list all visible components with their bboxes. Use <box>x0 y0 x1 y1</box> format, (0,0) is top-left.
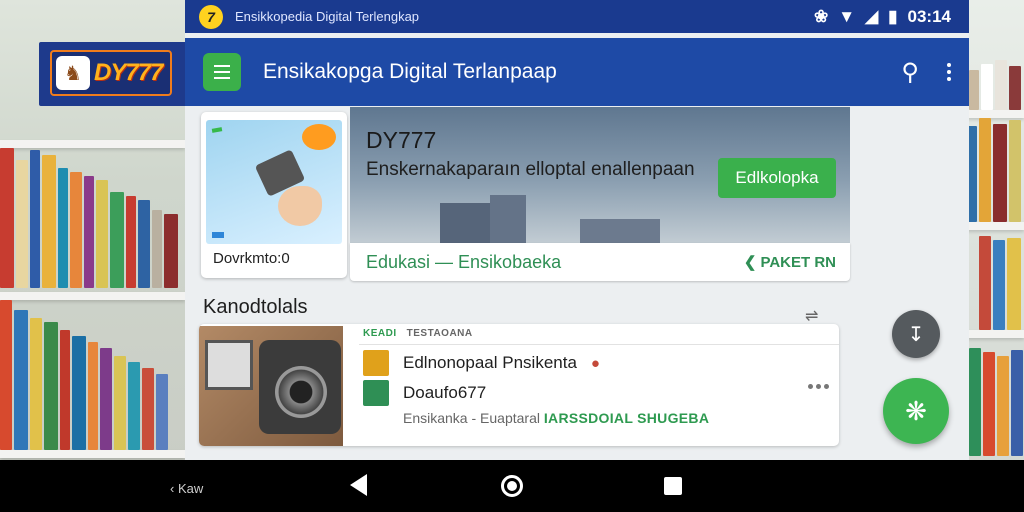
education-label: Edukasi — Ensikobaeka <box>366 251 562 272</box>
menu-icon[interactable] <box>203 53 241 91</box>
education-bar: Edukasi — Ensikobaeka ❮ PAKET RN <box>350 243 850 281</box>
phone-app-icon <box>363 380 389 406</box>
home-icon[interactable] <box>501 475 523 497</box>
book-icon <box>363 350 389 376</box>
featured-thumbnail-image <box>206 120 342 244</box>
package-link[interactable]: ❮ PAKET RN <box>743 253 836 272</box>
share-icon[interactable]: ⇌ <box>805 306 818 326</box>
battery-icon: ▮ <box>888 6 898 26</box>
more-vert-icon[interactable] <box>947 63 951 81</box>
featured-thumbnail-card[interactable]: Dovrkmto:0 <box>201 112 347 278</box>
chevron-left-icon: ❮ <box>743 254 757 271</box>
hero-cta-button[interactable]: Edlkolopka <box>718 158 836 198</box>
list-meta-right[interactable]: IARSSDOIAL SHUGEBA <box>544 410 709 426</box>
status-bar-title: Ensikkopedia Digital Terlengkap <box>235 9 420 24</box>
divider <box>359 344 839 345</box>
download-fab[interactable]: ↧ <box>892 310 940 358</box>
app-title: Ensikakopga Digital Terlanpaap <box>263 60 557 83</box>
category-row: KEADI TESTAOANA <box>363 328 473 339</box>
status-bar-icons: ❀ ▼ ◢ ▮ 03:14 <box>814 7 951 27</box>
recent-apps-icon[interactable] <box>664 477 682 495</box>
list-item[interactable]: Doaufo677 <box>363 380 486 406</box>
category-name: TESTAOANA <box>406 328 473 339</box>
status-bar: 7 Ensikkopedia Digital Terlengkap ❀ ▼ ◢ … <box>185 0 969 33</box>
hero-banner: DY777 Enskernakaparaın elloptal enallenp… <box>350 107 850 243</box>
nav-back-label[interactable]: ‹ Kaw <box>170 481 203 496</box>
settings-status-icon: ❀ <box>814 6 829 26</box>
coin-7-icon: 7 <box>199 4 223 29</box>
list-item[interactable]: Edlnonopaal Pnsikenta ● <box>363 350 600 376</box>
hero-subtitle: Enskernakaparaın elloptal enallenpaan <box>366 159 695 180</box>
category-new-badge: KEADI <box>363 328 397 339</box>
brand-logo[interactable]: ♞ DY777 <box>50 50 172 96</box>
list-meta-left: Ensikanka - Euaptaral <box>403 410 540 426</box>
thumbnail-label: Dovrkmto:0 <box>213 250 290 267</box>
phone-screen: 7 Ensikkopedia Digital Terlengkap ❀ ▼ ◢ … <box>185 0 969 460</box>
search-icon[interactable]: ⚲ <box>901 58 919 87</box>
wifi-icon: ▼ <box>838 6 856 26</box>
mascot-icon: ♞ <box>56 56 90 90</box>
brand-logo-text: DY777 <box>94 59 163 86</box>
signal-icon: ◢ <box>865 6 879 26</box>
hero-title: DY777 <box>366 127 437 153</box>
list-item-label: Doaufo677 <box>403 383 487 402</box>
back-icon[interactable] <box>350 474 367 496</box>
clock: 03:14 <box>907 6 951 26</box>
list-item-label: Edlnonopaal Pnsikenta <box>403 353 577 372</box>
content-list-card: KEADI TESTAOANA Edlnonopaal Pnsikenta ● … <box>199 324 839 446</box>
package-link-label: PAKET RN <box>760 253 836 271</box>
badge-icon: ● <box>590 354 600 372</box>
list-meta: Ensikanka - Euaptaral IARSSDOIAL SHUGEBA <box>403 410 709 426</box>
more-horiz-icon[interactable] <box>808 384 829 389</box>
screen: ♞ DY777 7 Ensikkopedia Digital Terlengka… <box>0 0 1024 512</box>
section-title: Kanodtolals <box>203 296 308 318</box>
app-bar: Ensikakopga Digital Terlanpaap ⚲ <box>185 38 969 106</box>
share-fab[interactable]: ❋ <box>883 378 949 444</box>
camera-image <box>199 326 343 446</box>
